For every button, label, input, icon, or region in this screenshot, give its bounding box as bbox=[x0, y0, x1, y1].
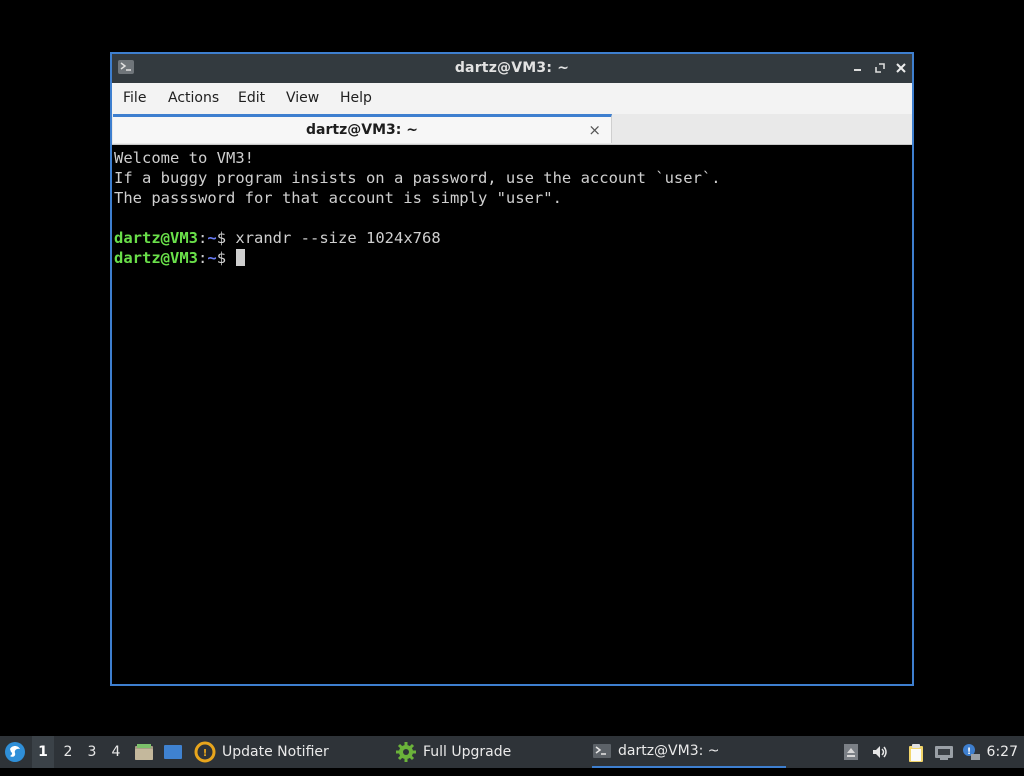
maximize-icon[interactable] bbox=[872, 60, 888, 76]
current-prompt-line: dartz@VM3:~$ bbox=[114, 248, 910, 268]
prompt-separator: : bbox=[198, 249, 208, 267]
taskbar: 1 2 3 4 ! Update Notifier Full Upgrade d… bbox=[0, 736, 1024, 768]
workspace-2[interactable]: 2 bbox=[61, 744, 75, 776]
task-update-notifier[interactable]: ! Update Notifier bbox=[194, 736, 329, 768]
tab-label: dartz@VM3: ~ bbox=[306, 122, 418, 138]
task-label: Update Notifier bbox=[222, 744, 329, 760]
workspace-1[interactable]: 1 bbox=[36, 744, 50, 776]
command-line: dartz@VM3:~$ xrandr --size 1024x768 bbox=[114, 228, 910, 248]
prompt-path: ~ bbox=[207, 229, 217, 247]
eject-icon[interactable] bbox=[843, 743, 861, 761]
gear-icon bbox=[396, 742, 416, 762]
show-desktop-icon[interactable] bbox=[163, 743, 182, 761]
welcome-line: Welcome to VM3! bbox=[114, 149, 254, 167]
terminal-output[interactable]: Welcome to VM3! If a buggy program insis… bbox=[114, 146, 910, 684]
window-title: dartz@VM3: ~ bbox=[454, 60, 570, 76]
tab-close-icon[interactable]: × bbox=[588, 121, 601, 139]
prompt-user: dartz@VM3 bbox=[114, 229, 198, 247]
volume-icon[interactable] bbox=[871, 743, 889, 761]
tab-terminal[interactable]: dartz@VM3: ~ × bbox=[113, 114, 612, 143]
prompt-symbol: $ bbox=[216, 249, 236, 267]
close-icon[interactable] bbox=[893, 60, 909, 76]
start-menu-icon[interactable] bbox=[4, 741, 26, 763]
svg-text:!: ! bbox=[967, 747, 971, 757]
notification-icon[interactable]: ! bbox=[961, 743, 980, 761]
text-cursor bbox=[236, 249, 246, 266]
clock[interactable]: 6:27 bbox=[987, 744, 1018, 760]
menu-actions[interactable]: Actions bbox=[168, 90, 219, 106]
prompt-user: dartz@VM3 bbox=[114, 249, 198, 267]
window-titlebar[interactable]: dartz@VM3: ~ bbox=[112, 54, 912, 83]
update-notifier-icon: ! bbox=[194, 741, 216, 763]
terminal-icon bbox=[593, 744, 611, 758]
command-text: xrandr --size 1024x768 bbox=[235, 229, 441, 247]
file-manager-icon[interactable] bbox=[134, 743, 153, 761]
network-icon[interactable] bbox=[934, 743, 953, 761]
terminal-window: dartz@VM3: ~ File Actions Edit View Help… bbox=[110, 52, 914, 686]
task-full-upgrade[interactable]: Full Upgrade bbox=[395, 736, 511, 768]
tab-bar: dartz@VM3: ~ × bbox=[112, 114, 912, 145]
prompt-path: ~ bbox=[207, 249, 217, 267]
prompt-separator: : bbox=[198, 229, 208, 247]
svg-text:!: ! bbox=[203, 748, 208, 759]
task-label: Full Upgrade bbox=[423, 744, 512, 760]
prompt-symbol: $ bbox=[216, 229, 236, 247]
welcome-line: If a buggy program insists on a password… bbox=[114, 169, 721, 187]
welcome-line: The passsword for that account is simply… bbox=[114, 189, 562, 207]
menu-file[interactable]: File bbox=[123, 90, 146, 106]
task-label: dartz@VM3: ~ bbox=[618, 743, 720, 759]
task-terminal[interactable]: dartz@VM3: ~ bbox=[592, 736, 786, 768]
clipboard-icon[interactable] bbox=[907, 743, 925, 762]
menubar: File Actions Edit View Help bbox=[112, 83, 912, 115]
workspace-3[interactable]: 3 bbox=[85, 744, 99, 776]
menu-help[interactable]: Help bbox=[340, 90, 372, 106]
minimize-icon[interactable] bbox=[850, 60, 866, 76]
menu-view[interactable]: View bbox=[286, 90, 319, 106]
menu-edit[interactable]: Edit bbox=[238, 90, 265, 106]
workspace-4[interactable]: 4 bbox=[109, 744, 123, 776]
